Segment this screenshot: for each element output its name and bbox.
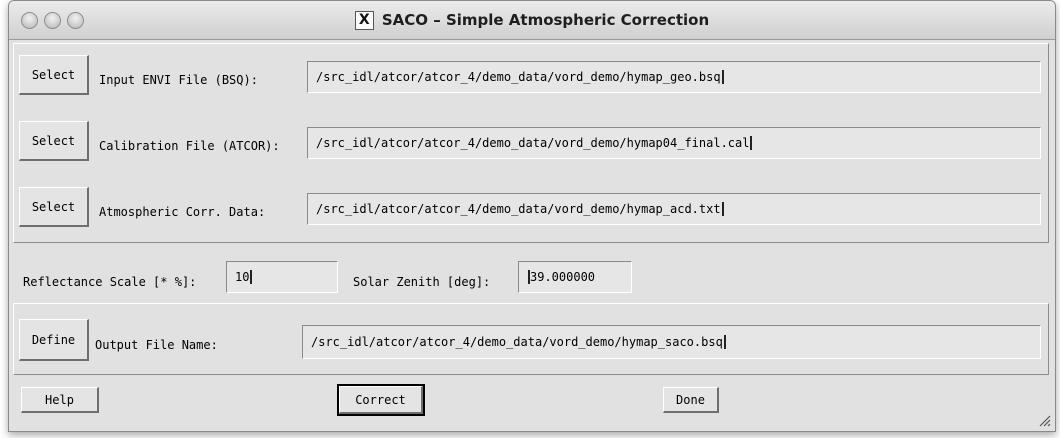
text-cursor	[723, 335, 726, 349]
reflectance-scale-field[interactable]: 10	[226, 261, 338, 293]
text-cursor	[750, 136, 753, 150]
text-cursor	[721, 202, 724, 216]
saco-window: X SACO – Simple Atmospheric Correction S…	[8, 0, 1056, 432]
select-input-file-button[interactable]: Select	[19, 55, 89, 95]
help-button[interactable]: Help	[21, 387, 99, 413]
output-file-label: Output File Name:	[95, 338, 218, 352]
input-file-field[interactable]: /src_idl/atcor/atcor_4/demo_data/vord_de…	[307, 61, 1041, 93]
done-button[interactable]: Done	[663, 387, 719, 413]
correct-button[interactable]: Correct	[337, 384, 425, 416]
title-bar[interactable]: X SACO – Simple Atmospheric Correction	[9, 1, 1055, 40]
input-file-label: Input ENVI File (BSQ):	[99, 73, 258, 87]
text-cursor	[721, 70, 724, 84]
calibration-file-label: Calibration File (ATCOR):	[99, 139, 280, 153]
solar-zenith-field[interactable]: 39.000000	[518, 261, 632, 293]
reflectance-scale-label: Reflectance Scale [* %]:	[23, 275, 197, 289]
atm-data-field[interactable]: /src_idl/atcor/atcor_4/demo_data/vord_de…	[307, 193, 1041, 225]
resize-grip-icon[interactable]	[1037, 413, 1051, 427]
atm-data-label: Atmospheric Corr. Data:	[99, 205, 266, 219]
solar-zenith-label: Solar Zenith [deg]:	[353, 275, 491, 289]
select-atm-data-button[interactable]: Select	[19, 187, 89, 227]
define-output-button[interactable]: Define	[19, 319, 89, 361]
output-file-field[interactable]: /src_idl/atcor/atcor_4/demo_data/vord_de…	[302, 325, 1041, 359]
text-cursor	[250, 270, 253, 284]
x11-app-icon: X	[354, 10, 374, 30]
calibration-file-field[interactable]: /src_idl/atcor/atcor_4/demo_data/vord_de…	[307, 127, 1041, 159]
window-title: SACO – Simple Atmospheric Correction	[381, 11, 710, 29]
select-calibration-file-button[interactable]: Select	[19, 121, 89, 161]
